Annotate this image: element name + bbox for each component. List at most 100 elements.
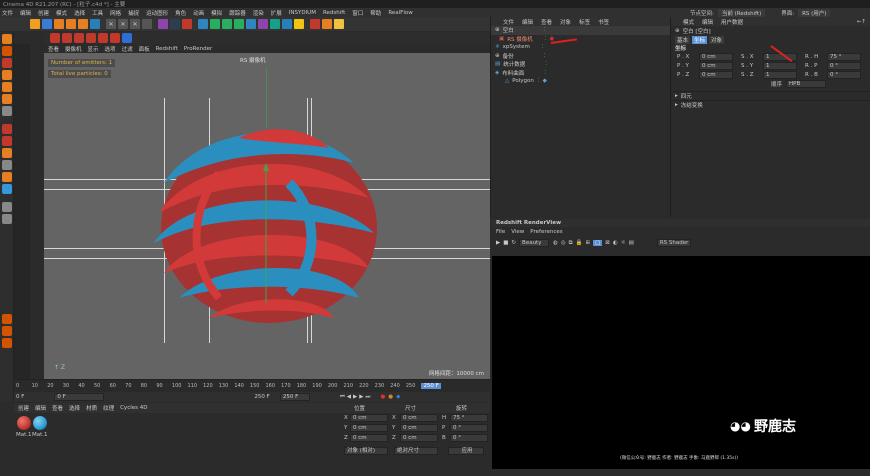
- viewport-menu-item[interactable]: ProRender: [184, 46, 212, 52]
- menu-item[interactable]: 窗口: [352, 9, 363, 17]
- visibility-icon[interactable]: ⁚: [545, 36, 547, 42]
- z-axis-icon[interactable]: ✕: [130, 19, 140, 29]
- viewport[interactable]: Number of emitters: 1 Total live particl…: [44, 53, 490, 379]
- material-menu-item[interactable]: 查看: [52, 404, 63, 412]
- viewport-menu-item[interactable]: 过滤: [122, 45, 133, 53]
- keyframe-tool-icon[interactable]: [1, 326, 12, 336]
- edges-mode-icon[interactable]: [1, 82, 12, 92]
- menu-item[interactable]: 捕捉: [128, 9, 139, 17]
- menu-item[interactable]: 渲染: [253, 9, 264, 17]
- visibility-icon[interactable]: ⁚: [544, 53, 546, 59]
- material-menu-item[interactable]: 编辑: [35, 404, 46, 412]
- material-menu-item[interactable]: 选择: [69, 404, 80, 412]
- keyframe-selection-icon[interactable]: ◆: [396, 394, 400, 400]
- pen-icon[interactable]: [210, 19, 220, 29]
- material-menu-item[interactable]: Cycles 4D: [120, 405, 147, 411]
- object-row[interactable]: ✳ xpSystem ⁚: [491, 43, 670, 52]
- visibility-icon[interactable]: ⁚: [545, 61, 547, 67]
- viewport-menu-item[interactable]: 面板: [139, 45, 150, 53]
- pos-y-input[interactable]: 0 cm: [699, 61, 733, 70]
- paint-icon[interactable]: [1, 172, 12, 182]
- object-menu-item[interactable]: 编辑: [522, 18, 533, 26]
- light-icon[interactable]: [294, 19, 304, 29]
- rsview-menu-item[interactable]: File: [496, 229, 505, 235]
- scale-icon[interactable]: [78, 19, 88, 29]
- tab-basic[interactable]: 基本: [675, 35, 691, 44]
- sculpt-icon[interactable]: [1, 160, 12, 170]
- snap-icon[interactable]: [1, 124, 12, 134]
- object-row[interactable]: △ Polygon ⁚ ◆: [491, 77, 670, 86]
- collapsed-section[interactable]: ▸ 冻结变换: [671, 100, 870, 109]
- object-row[interactable]: ◈ 布料曲面 ⁚: [491, 69, 670, 78]
- pos-x-input[interactable]: 0 cm: [699, 52, 733, 61]
- material-menu-item[interactable]: 材质: [86, 404, 97, 412]
- rot-p-input[interactable]: 0 °: [827, 61, 861, 70]
- rot-h-field[interactable]: 75 °: [450, 414, 488, 422]
- object-row[interactable]: ⊕ 备份 ⁚: [491, 52, 670, 61]
- camera-icon[interactable]: [282, 19, 292, 29]
- region-icon[interactable]: ▢: [593, 240, 603, 246]
- object-menu-item[interactable]: 书签: [598, 18, 609, 26]
- rs-proxy-icon[interactable]: [74, 33, 84, 43]
- visibility-icon[interactable]: ⁚: [542, 44, 544, 50]
- object-menu-item[interactable]: 查看: [541, 18, 552, 26]
- rotate-icon[interactable]: [66, 19, 76, 29]
- timeline-tool-icon[interactable]: [1, 314, 12, 324]
- points-mode-icon[interactable]: [1, 70, 12, 80]
- subdivision-icon[interactable]: [222, 19, 232, 29]
- attr-menu-item[interactable]: 用户数据: [721, 18, 743, 26]
- brush-icon[interactable]: [1, 214, 12, 224]
- menu-item[interactable]: 文件: [2, 9, 13, 17]
- interface-dropdown[interactable]: RS (用户): [798, 8, 831, 17]
- record-icon[interactable]: ●: [380, 394, 385, 400]
- size-z-field[interactable]: 0 cm: [400, 434, 438, 442]
- menu-item[interactable]: 跟踪器: [229, 9, 246, 17]
- x-axis-icon[interactable]: ✕: [106, 19, 116, 29]
- menu-item[interactable]: 角色: [175, 9, 186, 17]
- shader-dropdown[interactable]: RS Shader: [656, 239, 691, 247]
- texture-mode-icon[interactable]: [1, 58, 12, 68]
- globe-icon[interactable]: ◍: [553, 240, 558, 246]
- undo-icon[interactable]: [30, 19, 40, 29]
- object-menu-item[interactable]: 对象: [560, 18, 571, 26]
- material-menu-item[interactable]: 纹理: [103, 404, 114, 412]
- recent-tool-icon[interactable]: [90, 19, 100, 29]
- rs-light-icon[interactable]: [322, 19, 332, 29]
- tab-object[interactable]: 对象: [709, 35, 725, 44]
- lock-icon[interactable]: 🔒: [576, 240, 583, 246]
- save-icon[interactable]: ▤: [629, 240, 634, 246]
- bodypaint-icon[interactable]: [1, 184, 12, 194]
- rsview-menu-item[interactable]: View: [511, 229, 524, 235]
- material-swatch[interactable]: [33, 416, 47, 430]
- end-frame-field[interactable]: 250 F: [254, 394, 269, 400]
- pos-x-field[interactable]: 0 cm: [350, 414, 388, 422]
- render-settings-icon[interactable]: [182, 19, 192, 29]
- attr-menu-item[interactable]: 编辑: [702, 18, 713, 26]
- rsview-menu-item[interactable]: Preferences: [530, 229, 562, 235]
- cube-icon[interactable]: [198, 19, 208, 29]
- cloner-icon[interactable]: [246, 19, 256, 29]
- render-display[interactable]: ◕◕ 野鹿志 (微信公众号: 野鹿志 作者: 野鹿志 手象: 马鹿野郎 (1.3…: [492, 256, 870, 469]
- rs-sun-icon[interactable]: [334, 19, 344, 29]
- viewport-menu-item[interactable]: 显示: [88, 45, 99, 53]
- environment-icon[interactable]: [270, 19, 280, 29]
- rs-camera-icon[interactable]: [122, 33, 132, 43]
- auto-key-icon[interactable]: ●: [388, 394, 393, 400]
- start-frame-field[interactable]: 0 F: [54, 393, 105, 401]
- axis-mode-icon[interactable]: [1, 106, 12, 116]
- rot-b-field[interactable]: 0 °: [450, 434, 488, 442]
- viewport-menu-item[interactable]: Redshift: [156, 46, 178, 52]
- object-menu-item[interactable]: 文件: [503, 18, 514, 26]
- menu-item[interactable]: Redshift: [323, 10, 345, 16]
- rot-h-input[interactable]: 75 °: [827, 52, 861, 61]
- viewport-menu-item[interactable]: 选项: [105, 45, 116, 53]
- rs-material-icon[interactable]: [62, 33, 72, 43]
- channel-icon[interactable]: ◐: [613, 240, 618, 246]
- menu-item[interactable]: 帮助: [370, 9, 381, 17]
- size-y-field[interactable]: 0 cm: [400, 424, 438, 432]
- menu-item[interactable]: 网格: [110, 9, 121, 17]
- rs-dome-icon[interactable]: [98, 33, 108, 43]
- size-mode-dropdown[interactable]: 绝对尺寸: [394, 447, 438, 455]
- object-row[interactable]: ▣ RS 摄像机 ⁚ ◉: [491, 35, 670, 44]
- visibility-icon[interactable]: ⁚: [538, 78, 540, 84]
